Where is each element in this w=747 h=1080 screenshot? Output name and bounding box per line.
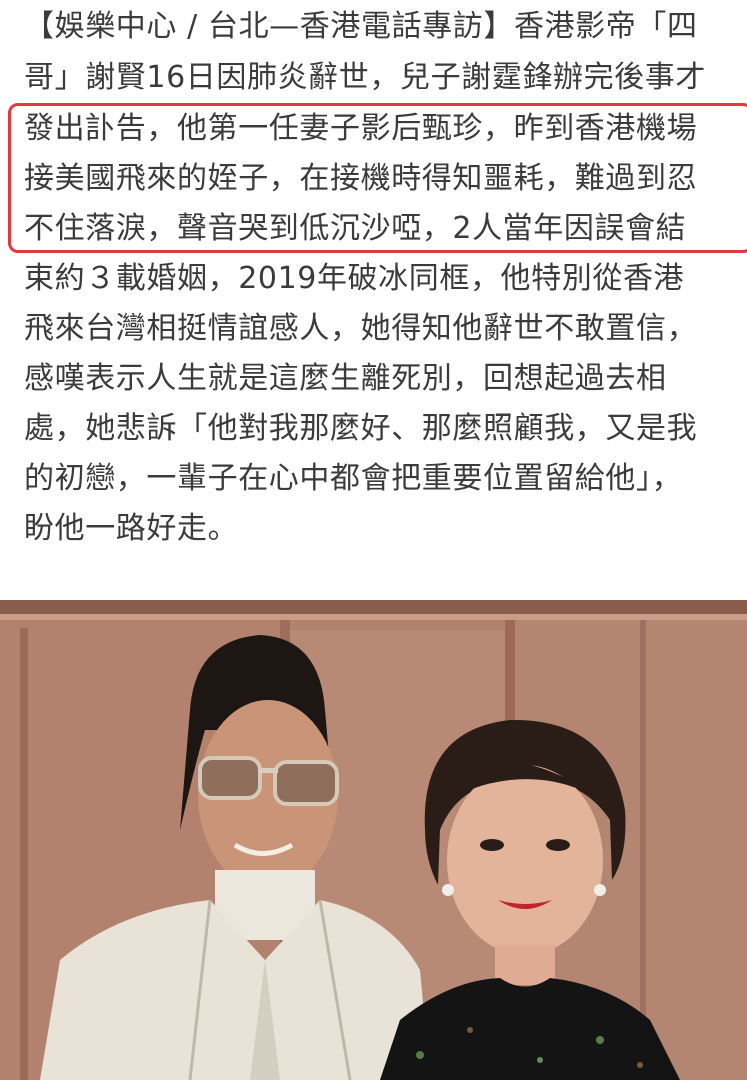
article-line-8: 感嘆表示人生就是這麼生離死別，回想起過去相: [24, 361, 667, 396]
article-line-7: 飛來台灣相挺情誼感人，她得知他辭世不敢置信，: [24, 311, 698, 346]
article-line-2: 哥」謝賢16日因肺炎辭世，兒子謝霆鋒辦完後事才: [24, 60, 706, 95]
article-line-3: 發出訃告，他第一任妻子影后甄珍，昨到香港機場: [24, 111, 698, 146]
article-line-6: 束約３載婚姻，2019年破冰同框，他特別從香港: [24, 261, 685, 296]
article-line-4: 接美國飛來的姪子，在接機時得知噩耗，難過到忍: [24, 161, 698, 196]
article-line-10: 的初戀，一輩子在心中都會把重要位置留給他」，: [24, 461, 683, 496]
article-line-1: 【娛樂中心 / 台北—香港電話專訪】香港影帝「四: [24, 9, 698, 44]
article-line-9: 處，她悲訴「他對我那麼好、那麼照顧我，又是我: [24, 411, 698, 446]
portrait-photo: [0, 600, 747, 1080]
article-line-5: 不住落淚，聲音哭到低沉沙啞，2人當年因誤會結: [24, 211, 687, 246]
article-body: 【娛樂中心 / 台北—香港電話專訪】香港影帝「四 哥」謝賢16日因肺炎辭世，兒子…: [0, 0, 747, 600]
portrait-illustration: [0, 600, 747, 1080]
article-line-11: 盼他一路好走。: [24, 511, 239, 546]
